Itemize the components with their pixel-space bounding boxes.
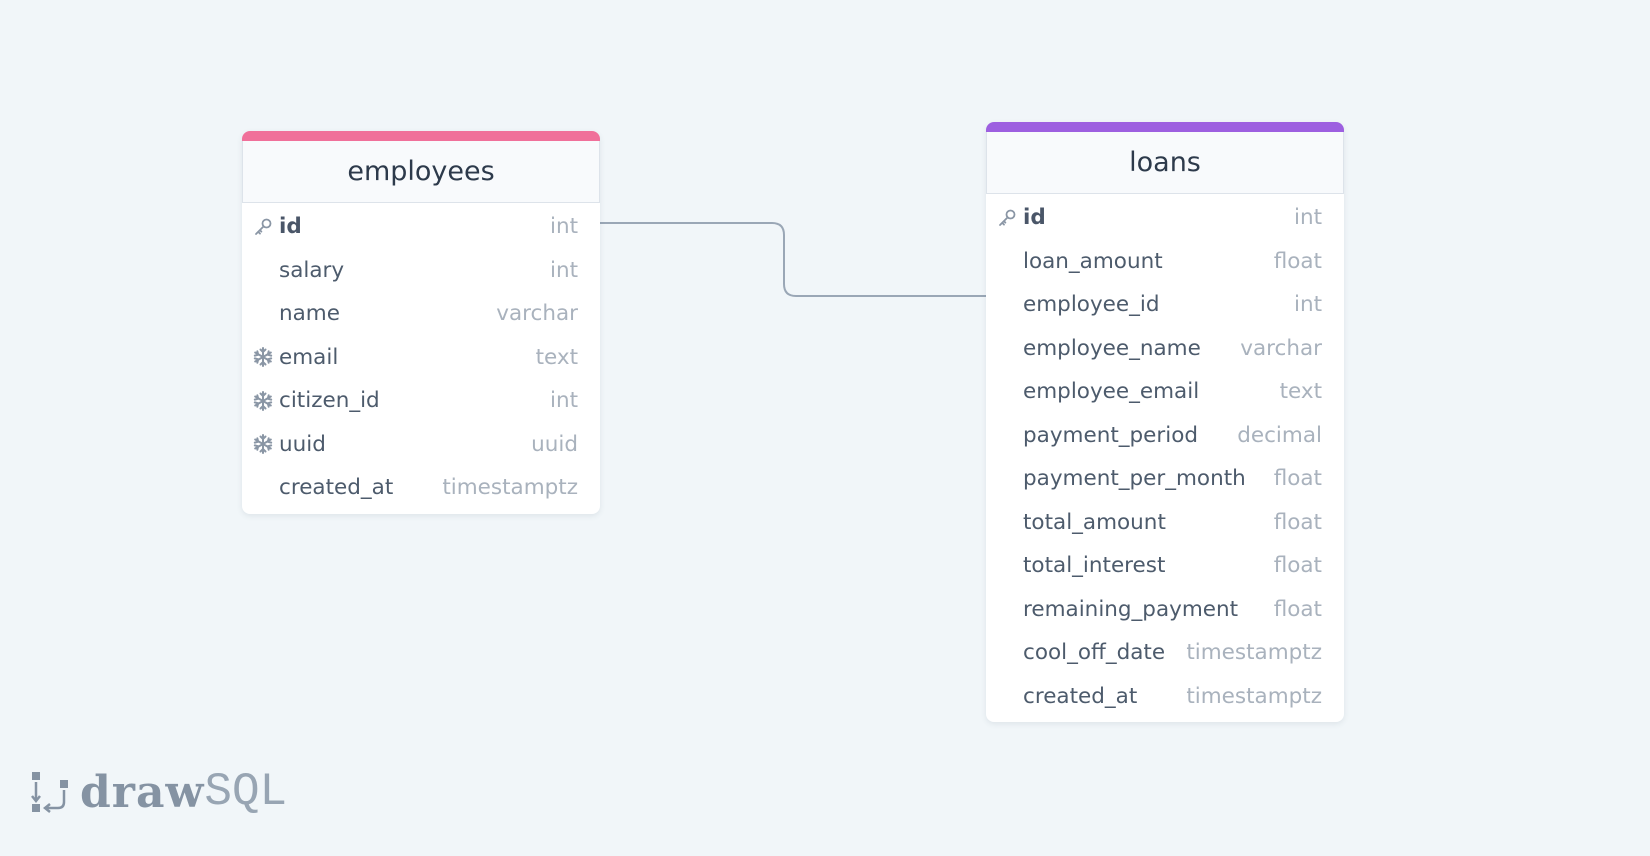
column-row-name[interactable]: name varchar <box>242 292 600 336</box>
column-type: text <box>535 344 578 370</box>
column-row-remaining-payment[interactable]: remaining_payment float <box>986 588 1344 632</box>
column-type: timestamptz <box>1186 640 1322 666</box>
column-type: int <box>1293 292 1322 318</box>
column-type: timestamptz <box>442 475 578 501</box>
column-name: id <box>1023 205 1046 231</box>
column-row-payment-period[interactable]: payment_period decimal <box>986 414 1344 458</box>
diagram-canvas[interactable]: employees id int salary int name varchar email… <box>0 0 1650 856</box>
column-name: employee_name <box>1023 335 1201 361</box>
logo-text-sql: SQL <box>204 766 288 818</box>
table-accent-bar <box>986 122 1344 132</box>
column-row-id[interactable]: id int <box>986 196 1344 240</box>
key-icon <box>996 207 1018 229</box>
relation-employees-id-to-loans-employee-id[interactable] <box>583 222 986 297</box>
table-employees[interactable]: employees id int salary int name varchar email… <box>242 131 600 514</box>
column-type: float <box>1273 596 1322 622</box>
logo-text-draw: draw <box>80 766 205 818</box>
snowflake-icon <box>252 346 274 368</box>
column-row-email[interactable]: email text <box>242 336 600 380</box>
column-type: int <box>549 257 578 283</box>
column-name: loan_amount <box>1023 248 1163 274</box>
column-row-cool-off-date[interactable]: cool_off_date timestamptz <box>986 631 1344 675</box>
column-type: float <box>1273 553 1322 579</box>
column-type: int <box>1293 205 1322 231</box>
column-name: email <box>279 344 339 370</box>
column-name: salary <box>279 257 345 283</box>
snowflake-icon <box>252 390 274 412</box>
column-name: id <box>279 214 302 240</box>
column-name: cool_off_date <box>1023 640 1166 666</box>
column-name: uuid <box>279 431 326 457</box>
column-name: name <box>279 301 340 327</box>
column-type: timestamptz <box>1186 683 1322 709</box>
column-type: decimal <box>1237 422 1322 448</box>
drawsql-logo-mark-icon <box>31 772 68 813</box>
table-accent-bar <box>242 131 600 141</box>
column-type: text <box>1279 379 1322 405</box>
column-name: remaining_payment <box>1023 596 1239 622</box>
column-row-created-at[interactable]: created_at timestamptz <box>242 466 600 510</box>
column-name: employee_email <box>1023 379 1200 405</box>
column-type: int <box>549 214 578 240</box>
column-row-citizen-id[interactable]: citizen_id int <box>242 379 600 423</box>
column-row-employee-id[interactable]: employee_id int <box>986 283 1344 327</box>
snowflake-icon <box>252 433 274 455</box>
drawsql-logo[interactable]: draw SQL <box>30 766 288 818</box>
column-name: total_amount <box>1023 509 1166 535</box>
column-row-employee-email[interactable]: employee_email text <box>986 370 1344 414</box>
column-row-total-amount[interactable]: total_amount float <box>986 501 1344 545</box>
column-list: id int salary int name varchar email text citize… <box>242 203 600 514</box>
table-loans[interactable]: loans id int loan_amount float employee_id in… <box>986 122 1344 722</box>
column-row-loan-amount[interactable]: loan_amount float <box>986 240 1344 284</box>
column-type: varchar <box>496 301 578 327</box>
column-list: id int loan_amount float employee_id int emplo… <box>986 194 1344 722</box>
column-row-id[interactable]: id int <box>242 205 600 249</box>
column-type: uuid <box>531 431 578 457</box>
column-row-salary[interactable]: salary int <box>242 249 600 293</box>
column-row-employee-name[interactable]: employee_name varchar <box>986 327 1344 371</box>
column-row-uuid[interactable]: uuid uuid <box>242 423 600 467</box>
column-row-created-at[interactable]: created_at timestamptz <box>986 675 1344 719</box>
column-name: citizen_id <box>279 388 380 414</box>
column-type: float <box>1273 466 1322 492</box>
column-name: total_interest <box>1023 553 1166 579</box>
column-name: created_at <box>279 475 394 501</box>
column-type: float <box>1273 248 1322 274</box>
column-name: payment_period <box>1023 422 1199 448</box>
column-row-total-interest[interactable]: total_interest float <box>986 544 1344 588</box>
column-type: float <box>1273 509 1322 535</box>
table-title[interactable]: loans <box>986 132 1344 194</box>
column-name: employee_id <box>1023 292 1160 318</box>
column-name: created_at <box>1023 683 1138 709</box>
column-name: payment_per_month <box>1023 466 1246 492</box>
table-title[interactable]: employees <box>242 141 600 203</box>
key-icon <box>252 216 274 238</box>
column-row-payment-per-month[interactable]: payment_per_month float <box>986 457 1344 501</box>
column-type: varchar <box>1240 335 1322 361</box>
column-type: int <box>549 388 578 414</box>
